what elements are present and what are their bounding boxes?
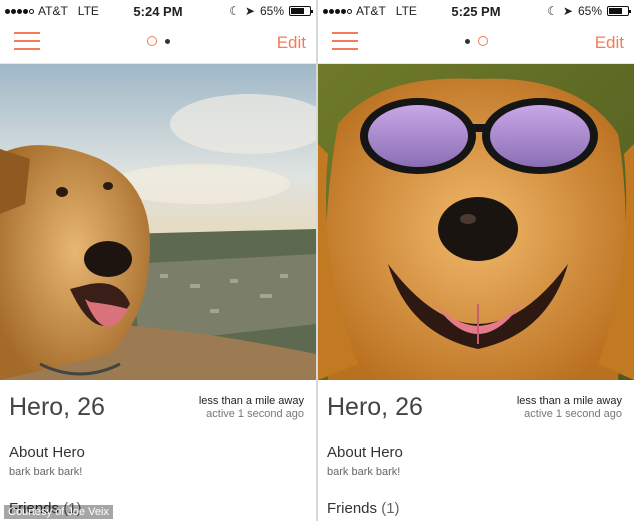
status-bar: AT&T LTE 5:24 PM ☾ ➤ 65%: [0, 0, 316, 22]
profile-photo[interactable]: [0, 64, 316, 380]
status-bar: AT&T LTE 5:25 PM ☾ ➤ 65%: [318, 0, 634, 22]
edit-button[interactable]: Edit: [595, 33, 624, 53]
last-active-label: active 1 second ago: [206, 408, 304, 420]
about-text: bark bark bark!: [9, 466, 83, 478]
nav-bar: Edit: [0, 22, 316, 64]
distance-label: less than a mile away: [516, 395, 622, 407]
distance-info: less than a mile away active 1 second ag…: [517, 395, 622, 421]
distance-label: less than a mile away: [198, 395, 304, 407]
clock: 5:24 PM: [133, 3, 183, 19]
battery-icon: [289, 6, 313, 16]
friends-label: Friends: [327, 500, 378, 517]
profile-summary: Hero, 26 less than a mile away active 1 …: [318, 380, 634, 432]
page-dot-active: [477, 36, 488, 46]
page-dot-active: [146, 36, 157, 46]
friends-count: (1): [381, 500, 400, 517]
dog-sunglasses-photo-image: [318, 64, 634, 380]
battery-icon: [607, 6, 631, 16]
friends-heading: Friends (1): [327, 500, 400, 517]
profile-summary: Hero, 26 less than a mile away active 1 …: [0, 380, 316, 432]
clock: 5:25 PM: [451, 3, 501, 19]
profile-screen-left: AT&T LTE 5:24 PM ☾ ➤ 65% Edit Hero, 26 l…: [0, 0, 316, 521]
edit-button[interactable]: Edit: [277, 33, 306, 53]
photo-credit: Courtesy of Joe Veix: [4, 505, 113, 519]
about-text: bark bark bark!: [327, 466, 401, 478]
dog-photo-image: [0, 64, 316, 380]
page-indicator: [0, 36, 316, 46]
about-heading: About Hero: [9, 444, 85, 461]
last-active-label: active 1 second ago: [524, 408, 622, 420]
nav-bar: Edit: [318, 22, 634, 64]
profile-name-age: Hero, 26: [9, 393, 105, 421]
page-dot: [464, 38, 470, 44]
profile-photo[interactable]: [318, 64, 634, 380]
distance-info: less than a mile away active 1 second ag…: [199, 395, 304, 421]
profile-name-age: Hero, 26: [327, 393, 423, 421]
about-heading: About Hero: [327, 444, 403, 461]
profile-screen-right: AT&T LTE 5:25 PM ☾ ➤ 65% Edit Hero, 26 l…: [318, 0, 634, 521]
page-indicator: [318, 36, 634, 46]
page-dot: [164, 38, 170, 44]
